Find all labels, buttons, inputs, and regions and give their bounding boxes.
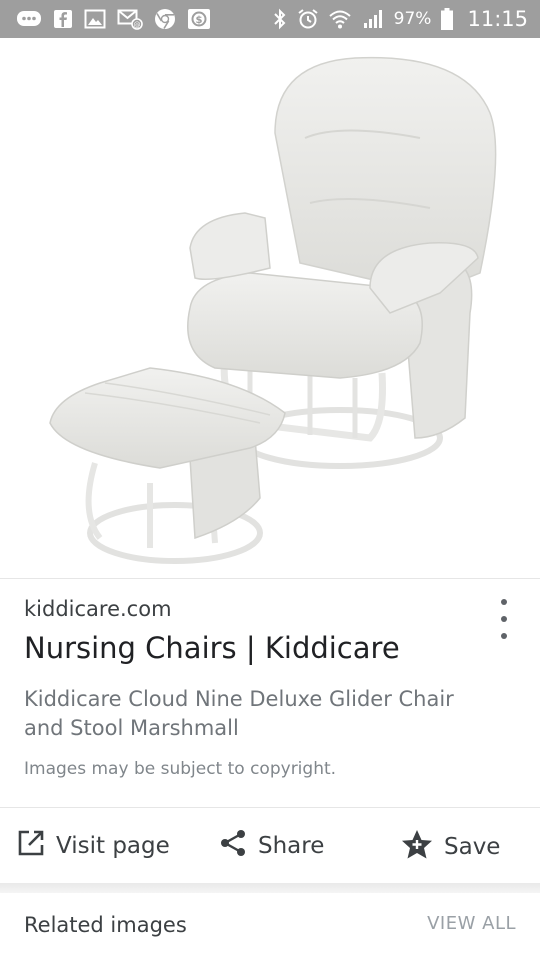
wifi-icon	[328, 8, 352, 30]
share-icon	[218, 828, 248, 864]
result-description: Kiddicare Cloud Nine Deluxe Glider Chair…	[24, 687, 454, 740]
system-icons: 97% 11:15	[272, 7, 528, 31]
open-in-new-icon	[16, 828, 46, 864]
share-button[interactable]: Share	[218, 828, 324, 864]
facebook-icon	[53, 9, 73, 29]
related-images-section: Related images VIEW ALL	[0, 893, 540, 960]
app-icon: $	[187, 8, 211, 30]
email-icon: @	[117, 8, 143, 30]
share-label: Share	[258, 833, 325, 859]
result-info: kiddicare.com Nursing Chairs | Kiddicare…	[0, 578, 540, 808]
battery-icon	[440, 7, 454, 31]
action-row: Visit page Share Save	[0, 807, 540, 884]
svg-text:@: @	[134, 21, 141, 29]
related-images-heading: Related images	[24, 913, 187, 937]
result-title[interactable]: Nursing Chairs | Kiddicare	[24, 631, 400, 665]
battery-percent: 97%	[393, 9, 432, 29]
copyright-notice: Images may be subject to copyright.	[24, 759, 337, 779]
dot	[501, 599, 507, 605]
bluetooth-icon	[272, 8, 288, 30]
more-options-button[interactable]	[492, 599, 516, 639]
clock: 11:15	[467, 7, 528, 31]
section-divider	[0, 883, 540, 893]
notification-icons: @ $	[16, 8, 211, 30]
gallery-icon	[84, 9, 106, 29]
chat-icon	[16, 9, 42, 29]
visit-page-label: Visit page	[56, 833, 170, 859]
status-bar: @ $ 97% 11:15	[0, 0, 540, 38]
view-all-link[interactable]: VIEW ALL	[427, 913, 516, 934]
dot	[501, 633, 507, 639]
visit-page-button[interactable]: Visit page	[16, 828, 170, 864]
signal-icon	[361, 8, 385, 30]
svg-text:$: $	[196, 15, 203, 26]
image-preview[interactable]	[0, 38, 540, 578]
source-domain[interactable]: kiddicare.com	[24, 597, 172, 621]
chrome-icon	[154, 8, 176, 30]
alarm-icon	[297, 8, 319, 30]
star-add-icon	[400, 828, 434, 866]
chair-image	[49, 56, 497, 564]
save-label: Save	[444, 834, 501, 860]
save-button[interactable]: Save	[400, 828, 500, 866]
dot	[501, 616, 507, 622]
